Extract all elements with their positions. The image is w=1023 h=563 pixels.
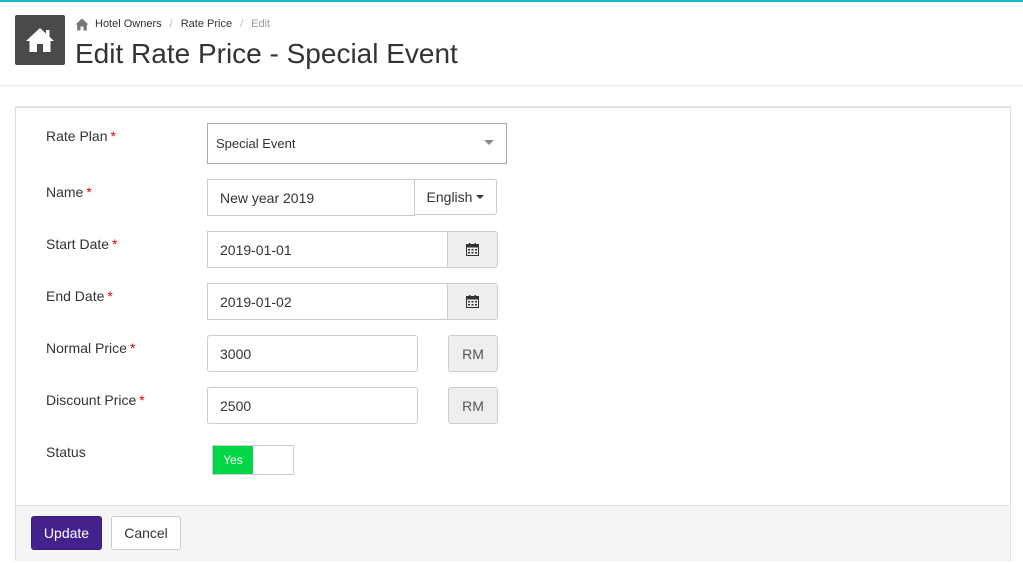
- rate-price-form-panel: Rate Plan * Special Event Name * New year …: [15, 106, 1011, 561]
- breadcrumb: Hotel Owners / Rate Price / Edit: [75, 15, 270, 33]
- discount-price-currency: RM: [448, 387, 498, 424]
- breadcrumb-separator: /: [169, 18, 173, 30]
- normal-price-currency: RM: [448, 335, 498, 372]
- rate-plan-selected-value: Special Event: [216, 136, 296, 151]
- end-date-label: End Date *: [46, 288, 113, 304]
- form-footer: Update Cancel: [16, 505, 1010, 561]
- home-tile: [15, 15, 65, 65]
- name-input[interactable]: New year 2019: [207, 179, 415, 216]
- cancel-button[interactable]: Cancel: [111, 516, 181, 550]
- rate-plan-label: Rate Plan *: [46, 128, 116, 144]
- required-mark: *: [110, 128, 116, 144]
- discount-price-label: Discount Price *: [46, 392, 145, 408]
- page-title: Edit Rate Price - Special Event: [75, 38, 458, 69]
- breadcrumb-rate-price[interactable]: Rate Price: [181, 18, 232, 30]
- start-date-calendar-button[interactable]: [447, 231, 498, 268]
- page-header: Hotel Owners / Rate Price / Edit Edit Ra…: [0, 2, 1023, 86]
- required-mark: *: [107, 288, 113, 304]
- status-toggle-on: Yes: [213, 446, 253, 474]
- breadcrumb-home-icon[interactable]: [75, 18, 89, 31]
- name-label: Name *: [46, 184, 92, 200]
- discount-price-input[interactable]: 2500: [207, 387, 418, 424]
- start-date-input[interactable]: 2019-01-01: [207, 231, 448, 268]
- calendar-icon: [466, 295, 479, 308]
- end-date-input[interactable]: 2019-01-02: [207, 283, 448, 320]
- required-mark: *: [139, 392, 145, 408]
- status-label: Status: [46, 444, 86, 460]
- normal-price-input[interactable]: 3000: [207, 335, 418, 372]
- calendar-icon: [466, 243, 479, 256]
- breadcrumb-edit: Edit: [251, 18, 271, 30]
- caret-down-icon: [476, 195, 485, 199]
- normal-price-label: Normal Price *: [46, 340, 136, 356]
- required-mark: *: [112, 236, 118, 252]
- home-icon: [26, 28, 54, 52]
- language-dropdown-button[interactable]: English: [414, 179, 497, 215]
- start-date-label: Start Date *: [46, 236, 118, 252]
- rate-plan-select[interactable]: Special Event: [207, 123, 507, 164]
- end-date-calendar-button[interactable]: [447, 283, 498, 320]
- breadcrumb-separator: /: [240, 18, 244, 30]
- breadcrumb-hotel-owners[interactable]: Hotel Owners: [95, 18, 162, 30]
- required-mark: *: [86, 184, 92, 200]
- chevron-down-icon: [484, 140, 494, 145]
- update-button[interactable]: Update: [31, 516, 102, 550]
- required-mark: *: [129, 340, 136, 356]
- status-toggle[interactable]: Yes: [212, 445, 294, 475]
